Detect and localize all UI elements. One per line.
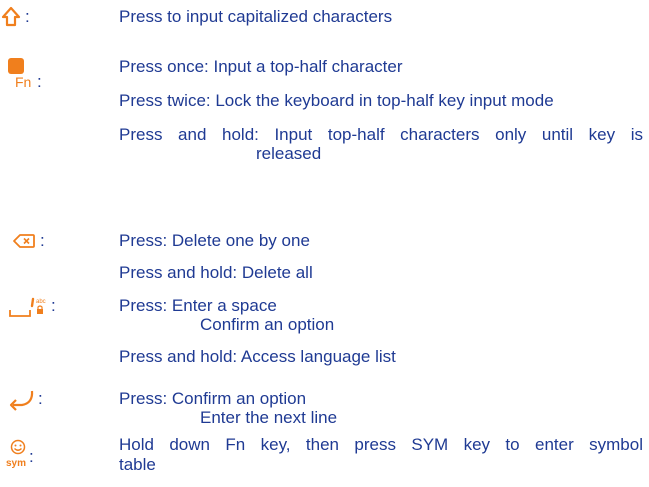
- sym-colon: :: [29, 447, 34, 466]
- space-press: Press: Enter a space: [119, 296, 277, 315]
- space-press-and-hold: Press and hold: Access language list: [119, 347, 396, 366]
- sym-description: Hold down Fn key, then press SYM key to …: [119, 435, 643, 454]
- sym-key-row: sym : Hold down Fn key, then press SYM k…: [0, 435, 649, 487]
- space-colon: :: [51, 296, 56, 315]
- shift-arrow-icon: [1, 6, 21, 27]
- space-abc-text: abc: [36, 299, 46, 305]
- space-key-row: abc : Press: Enter a space Confirm an op…: [0, 296, 649, 380]
- enter-key-row: : Press: Confirm an option Enter the nex…: [0, 380, 649, 430]
- enter-press: Press: Confirm an option: [119, 389, 307, 408]
- delete-colon: :: [40, 231, 45, 250]
- delete-press-and-hold: Press and hold: Delete all: [119, 263, 313, 282]
- fn-colon: :: [37, 72, 42, 91]
- enter-colon: :: [38, 389, 43, 408]
- enter-arrow-icon: [9, 390, 34, 411]
- fn-press-and-hold: Press and hold: Input top-half character…: [119, 125, 643, 144]
- space-key-icon: abc: [9, 297, 46, 317]
- fn-label: Fn: [15, 74, 32, 90]
- delete-key-row: : Press: Delete one by one Press and hol…: [0, 190, 649, 282]
- enter-press-continued: Enter the next line: [200, 408, 338, 427]
- shift-description: Press to input capitalized characters: [119, 7, 393, 26]
- delete-press: Press: Delete one by one: [119, 231, 310, 250]
- backspace-icon: [13, 234, 35, 248]
- sym-label: sym: [6, 458, 27, 469]
- sym-description-continued: table: [119, 455, 156, 474]
- shift-key-row: : Press to input capitalized characters: [0, 0, 649, 40]
- shift-colon: :: [25, 7, 30, 26]
- fn-press-twice: Press twice: Lock the keyboard in top-ha…: [119, 91, 554, 110]
- smiley-sym-icon: [10, 439, 26, 455]
- fn-key-row: Fn : Press once: Input a top-half charac…: [0, 50, 649, 210]
- fn-press-and-hold-continued: released: [256, 144, 322, 163]
- fn-key-icon: [8, 58, 24, 74]
- space-press-continued: Confirm an option: [200, 315, 335, 334]
- fn-press-once: Press once: Input a top-half character: [119, 57, 403, 76]
